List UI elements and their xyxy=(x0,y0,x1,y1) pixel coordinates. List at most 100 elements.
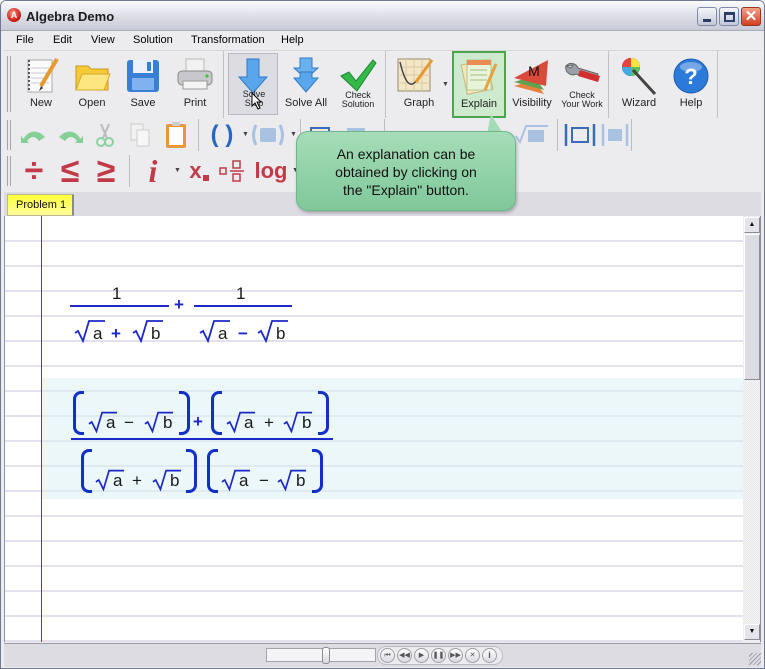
scroll-down-button[interactable]: ▼ xyxy=(744,624,760,640)
graph-dropdown-icon[interactable]: ▼ xyxy=(442,81,449,88)
fraction-template-button[interactable] xyxy=(218,156,248,186)
stop-button[interactable]: ✕ xyxy=(465,648,480,663)
paste-button[interactable] xyxy=(162,120,190,150)
scroll-thumb[interactable] xyxy=(744,234,760,380)
playback-slider[interactable] xyxy=(266,647,376,664)
numerator-1: 1 xyxy=(112,284,122,303)
slider-thumb[interactable] xyxy=(322,647,330,664)
imaginary-dropdown-icon[interactable]: ▼ xyxy=(174,167,181,174)
wizard-button[interactable]: Wizard xyxy=(613,53,665,115)
toolbar-grip[interactable] xyxy=(7,56,11,112)
visibility-button[interactable]: M Visibility xyxy=(508,53,556,115)
parentheses-button[interactable]: ( ) xyxy=(204,120,240,150)
bracket-dropdown-icon[interactable]: ▼ xyxy=(290,131,297,138)
bracket-template-button[interactable] xyxy=(249,120,287,150)
title-bar: A Algebra Demo ✕ xyxy=(1,1,764,31)
solve-group: Solve Step Solve All Check Solution xyxy=(225,51,386,118)
app-window: A Algebra Demo ✕ File Edit View Solution… xyxy=(0,0,765,669)
first-step-button[interactable]: ⏮ xyxy=(380,648,395,663)
fraction-bar-2 xyxy=(194,305,292,307)
log-button[interactable]: log xyxy=(252,156,290,186)
minimize-button[interactable] xyxy=(697,7,717,26)
var-b: b xyxy=(296,471,306,490)
left-paren xyxy=(81,449,92,493)
var-a: a xyxy=(218,324,228,343)
redo-button[interactable] xyxy=(54,120,86,150)
new-document-icon xyxy=(27,57,59,93)
player-controls: ⏮ ◀◀ ▶ ❚❚ ▶▶ ✕ i xyxy=(377,646,503,665)
parentheses-dropdown-icon[interactable]: ▼ xyxy=(242,131,249,138)
edit-toolbar-grip[interactable] xyxy=(7,120,11,150)
next-step-button[interactable]: ▶▶ xyxy=(448,648,463,663)
visibility-layers-icon: M xyxy=(514,60,548,94)
explain-notes-icon xyxy=(460,59,498,95)
separator xyxy=(198,119,199,151)
subscript-button[interactable]: x xyxy=(184,156,214,186)
less-equal-button[interactable]: ≤ xyxy=(54,152,86,190)
imaginary-unit-button[interactable]: i xyxy=(138,153,168,189)
menu-transformation[interactable]: Transformation xyxy=(191,34,265,46)
graph-button[interactable]: Graph ▼ xyxy=(390,53,449,115)
tab-problem-1[interactable]: Problem 1 xyxy=(7,194,74,216)
redo-arrow-icon xyxy=(59,131,83,143)
svg-text:?: ? xyxy=(684,64,697,89)
fraction-bar-main xyxy=(71,438,333,440)
tooltip-line-1: An explanation can be xyxy=(336,146,476,162)
play-button[interactable]: ▶ xyxy=(414,648,429,663)
cut-button[interactable] xyxy=(92,120,118,150)
absolute-value-button[interactable] xyxy=(562,120,598,150)
operators-toolbar-grip[interactable] xyxy=(7,156,11,186)
open-button[interactable]: Open xyxy=(68,53,116,115)
right-paren xyxy=(312,449,323,493)
worksheet-area[interactable]: 1 + 1 a + b a − b a − b + a + b a + b a … xyxy=(4,216,743,642)
wizard-label: Wizard xyxy=(621,97,657,109)
info-button[interactable]: i xyxy=(482,648,497,663)
abs-box-icon xyxy=(564,124,596,146)
graph-icon xyxy=(397,58,434,92)
maximize-button[interactable] xyxy=(719,7,739,26)
resize-grip-icon[interactable] xyxy=(749,653,761,665)
pause-button[interactable]: ❚❚ xyxy=(431,648,446,663)
close-icon: ✕ xyxy=(744,8,758,25)
tooltip-line-2: obtained by clicking on xyxy=(335,164,477,180)
new-button[interactable]: New xyxy=(17,53,65,115)
bracket-box-icon xyxy=(252,124,284,146)
operator: − xyxy=(259,471,269,490)
previous-step-button[interactable]: ◀◀ xyxy=(397,648,412,663)
check-your-work-button[interactable]: Check Your Work xyxy=(557,53,607,115)
var-b: b xyxy=(163,413,173,432)
playback-bar: ⏮ ◀◀ ▶ ❚❚ ▶▶ ✕ i xyxy=(4,643,761,667)
menu-help[interactable]: Help xyxy=(281,34,304,46)
left-paren xyxy=(211,391,222,435)
menu-view[interactable]: View xyxy=(91,34,115,46)
plus-operator: + xyxy=(193,412,203,431)
greater-equal-button[interactable]: ≥ xyxy=(90,152,122,190)
menu-file[interactable]: File xyxy=(16,34,34,46)
fraction-bar-1 xyxy=(70,305,169,307)
solve-step-button[interactable]: Solve Step xyxy=(228,53,278,115)
copy-button[interactable] xyxy=(126,120,154,150)
menu-solution[interactable]: Solution xyxy=(133,34,173,46)
copy-icon xyxy=(130,123,150,147)
divide-button[interactable]: ÷ xyxy=(18,152,50,190)
window-title: Algebra Demo xyxy=(26,9,115,24)
undo-button[interactable] xyxy=(18,120,50,150)
scroll-up-button[interactable]: ▲ xyxy=(744,217,760,233)
print-button[interactable]: Print xyxy=(170,53,220,115)
save-button[interactable]: Save xyxy=(119,53,167,115)
floppy-disk-icon xyxy=(127,60,159,92)
abs-filled-button[interactable] xyxy=(600,120,630,150)
vertical-scrollbar[interactable]: ▲ ▼ xyxy=(743,216,761,642)
check-solution-button[interactable]: Check Solution xyxy=(332,53,384,115)
clipboard-icon xyxy=(166,122,186,148)
fraction-boxes-icon xyxy=(219,160,244,182)
right-paren xyxy=(318,391,329,435)
tooltip-line-3: the "Explain" button. xyxy=(343,182,469,198)
solve-all-button[interactable]: Solve All xyxy=(281,53,331,115)
help-button[interactable]: ? Help xyxy=(666,53,716,115)
close-button[interactable]: ✕ xyxy=(741,7,761,26)
menu-edit[interactable]: Edit xyxy=(53,34,72,46)
var-a: a xyxy=(113,471,123,490)
separator xyxy=(129,155,130,187)
explain-button[interactable]: Explain xyxy=(452,51,506,118)
